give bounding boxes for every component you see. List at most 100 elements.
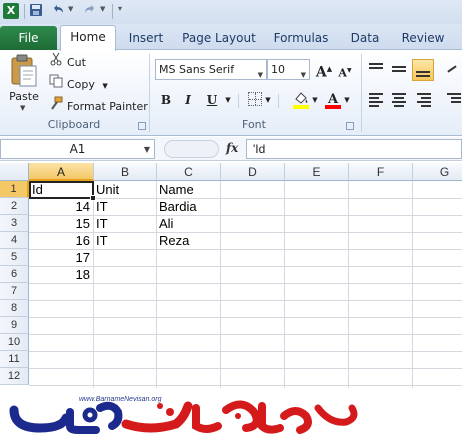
customize-qat-icon[interactable]: ▾ [118, 4, 122, 13]
font-name-value: MS Sans Serif [159, 63, 235, 76]
paste-dropdown-icon[interactable]: ▼ [20, 104, 25, 112]
tab-data[interactable]: Data [346, 28, 384, 50]
excel-window: X ▼ ▼ ▾ File Home Insert Page Layout For… [0, 0, 462, 438]
font-launcher-icon[interactable] [346, 122, 354, 130]
font-color-icon[interactable]: A [324, 90, 342, 110]
row-header[interactable]: 8 [0, 300, 29, 317]
grow-font-icon[interactable]: A▲ [315, 59, 333, 81]
row-header[interactable]: 11 [0, 351, 29, 368]
row-header[interactable]: 7 [0, 283, 29, 300]
tab-file[interactable]: File [0, 26, 57, 50]
column-header[interactable]: C [157, 163, 221, 181]
align-middle-icon[interactable] [389, 60, 409, 80]
cell-c4[interactable]: Reza [157, 232, 220, 249]
insert-function-icon[interactable]: fx [226, 141, 238, 155]
cell-c2[interactable]: Bardia [157, 198, 220, 215]
format-painter-label: Format Painter [67, 100, 148, 113]
cell-b1[interactable]: Unit [94, 181, 156, 198]
font-size-value: 10 [271, 63, 285, 76]
cell-a2[interactable]: 14 [30, 198, 93, 215]
formula-bar: A1 ▼ fx 'Id [0, 137, 462, 161]
column-header[interactable]: B [94, 163, 157, 181]
fill-color-dropdown-icon[interactable]: ▼ [311, 90, 319, 110]
group-divider [361, 54, 362, 132]
fill-color-icon[interactable] [292, 90, 310, 110]
ribbon-home: Paste ▼ Cut Copy ▼ Format Painter Clipbo… [0, 50, 462, 136]
cell-a4[interactable]: 16 [30, 232, 93, 249]
redo-dropdown-icon[interactable]: ▼ [100, 5, 105, 13]
fill-handle[interactable] [90, 195, 96, 201]
underline-dropdown-icon[interactable]: ▼ [224, 90, 232, 110]
row-header[interactable]: 10 [0, 334, 29, 351]
paste-button[interactable]: Paste [6, 90, 42, 103]
active-cell-selection[interactable] [29, 181, 96, 201]
save-icon[interactable] [28, 3, 44, 19]
bold-button[interactable]: B [158, 90, 174, 110]
cell-c3[interactable]: Ali [157, 215, 220, 232]
column-header[interactable]: E [285, 163, 349, 181]
row-header[interactable]: 6 [0, 266, 29, 283]
align-top-icon[interactable] [366, 60, 386, 80]
row-header[interactable]: 2 [0, 198, 29, 215]
column-header[interactable]: D [221, 163, 285, 181]
copy-button[interactable]: Copy ▼ [48, 74, 108, 94]
column-header[interactable]: F [349, 163, 413, 181]
tab-review[interactable]: Review [398, 28, 448, 50]
column-header[interactable]: G [413, 163, 462, 181]
chevron-down-icon: ▼ [300, 71, 306, 79]
cell-a5[interactable]: 17 [30, 249, 93, 266]
gridline [29, 300, 462, 301]
worksheet-grid: A B C D E F G 1 2 3 4 5 6 7 8 9 10 11 12 [0, 163, 462, 388]
formula-input[interactable]: 'Id [246, 139, 462, 159]
borders-dropdown-icon[interactable]: ▼ [264, 90, 272, 110]
formula-bar-handle[interactable] [164, 140, 219, 158]
align-left-icon[interactable] [366, 90, 386, 110]
orientation-icon[interactable] [444, 60, 462, 80]
underline-button[interactable]: U [204, 90, 220, 110]
cut-button[interactable]: Cut [48, 52, 86, 72]
name-box[interactable]: A1 ▼ [0, 139, 155, 159]
tab-page-layout[interactable]: Page Layout [180, 28, 258, 50]
tab-insert[interactable]: Insert [124, 28, 168, 50]
cell-b2[interactable]: IT [94, 198, 156, 215]
format-painter-button[interactable]: Format Painter [48, 96, 148, 116]
gridline [29, 351, 462, 352]
quick-access-toolbar: X ▼ ▼ ▾ [0, 0, 462, 24]
redo-icon[interactable] [82, 3, 98, 19]
row-header[interactable]: 9 [0, 317, 29, 334]
undo-dropdown-icon[interactable]: ▼ [68, 5, 73, 13]
paste-icon[interactable] [10, 54, 38, 88]
cell-a3[interactable]: 15 [30, 215, 93, 232]
font-color-dropdown-icon[interactable]: ▼ [343, 90, 351, 110]
cell-b3[interactable]: IT [94, 215, 156, 232]
cell-b4[interactable]: IT [94, 232, 156, 249]
row-header[interactable]: 1 [0, 181, 29, 198]
font-name-select[interactable]: MS Sans Serif ▼ [155, 59, 267, 80]
logo-url: www.BarnameNevisan.org [79, 396, 162, 403]
select-all-corner[interactable] [0, 163, 29, 181]
cell-c1[interactable]: Name [157, 181, 220, 198]
align-center-icon[interactable] [389, 90, 409, 110]
row-header[interactable]: 12 [0, 368, 29, 385]
tab-home[interactable]: Home [60, 25, 116, 51]
gridline [29, 368, 462, 369]
copy-dropdown-icon[interactable]: ▼ [102, 82, 107, 90]
shrink-font-icon[interactable]: A▼ [337, 61, 353, 81]
row-header[interactable]: 3 [0, 215, 29, 232]
row-header[interactable]: 4 [0, 232, 29, 249]
site-logo: www.BarnameNevisan.org [0, 388, 462, 438]
column-header[interactable]: A [29, 163, 94, 181]
font-size-select[interactable]: 10 ▼ [267, 59, 310, 80]
undo-icon[interactable] [50, 3, 66, 19]
italic-button[interactable]: I [180, 90, 196, 110]
clipboard-launcher-icon[interactable] [138, 122, 146, 130]
align-right-icon[interactable] [414, 90, 434, 110]
borders-icon[interactable] [248, 92, 262, 106]
cell-a6[interactable]: 18 [30, 266, 93, 283]
row-header[interactable]: 5 [0, 249, 29, 266]
align-bottom-icon[interactable] [412, 59, 434, 81]
decrease-indent-icon[interactable] [444, 90, 462, 110]
chevron-down-icon: ▼ [143, 145, 150, 154]
tab-formulas[interactable]: Formulas [270, 28, 332, 50]
excel-app-icon[interactable]: X [3, 3, 19, 19]
